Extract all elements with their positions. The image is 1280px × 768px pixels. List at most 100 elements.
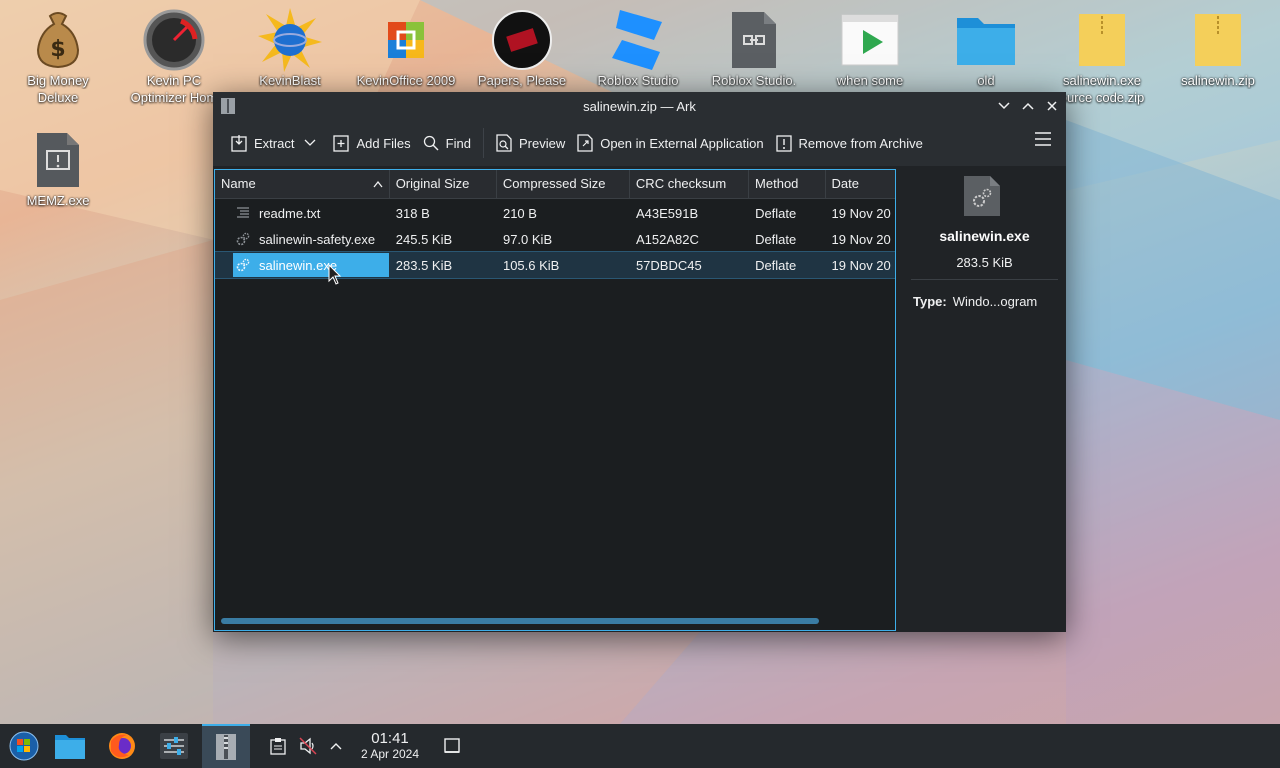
desktop-icon-salinewin-zip[interactable]: salinewin.zip: [1166, 8, 1270, 89]
open-external-label: Open in External Application: [600, 135, 764, 151]
sort-ascending-icon: [373, 181, 383, 188]
desktop-icon-kevinblast[interactable]: KevinBlast: [238, 8, 342, 89]
desktop-icon-roblox-studio-link[interactable]: Roblox Studio.: [702, 8, 806, 89]
maximize-button[interactable]: [1018, 96, 1038, 116]
cell-crc: 57DBDC45: [635, 257, 702, 273]
minimize-button[interactable]: [994, 96, 1014, 116]
details-divider: [911, 279, 1058, 280]
desktop-icon-label: MEMZ.exe: [26, 193, 90, 208]
search-icon: [423, 135, 439, 151]
open-external-button[interactable]: Open in External Application: [571, 128, 769, 158]
chevron-down-icon: [305, 139, 316, 146]
money-bag-icon: $: [26, 8, 90, 72]
cell-original-size: 318 B: [395, 205, 430, 221]
horizontal-scrollbar[interactable]: [221, 618, 819, 624]
add-file-icon: [333, 135, 350, 152]
desktop-icon-label: Roblox Studio: [597, 73, 679, 88]
column-header-compressed-size[interactable]: Compressed Size: [497, 170, 630, 198]
column-header-name[interactable]: Name: [215, 170, 390, 198]
preview-button[interactable]: Preview: [490, 128, 571, 158]
cell-compressed-size: 210 B: [502, 205, 537, 221]
details-type: Type: Windo...ogram: [913, 294, 1037, 309]
remove-label: Remove from Archive: [798, 135, 923, 151]
file-name: readme.txt: [259, 205, 321, 221]
desktop-icon-papers-please[interactable]: Papers, Please: [470, 8, 574, 89]
desktop-icon-kevin-pc-optimizer[interactable]: Kevin PC Optimizer Hom: [122, 8, 226, 106]
svg-text:$: $: [50, 37, 65, 62]
show-desktop-button[interactable]: [430, 724, 474, 768]
desktop-icon-memz[interactable]: MEMZ.exe: [6, 128, 110, 209]
ark-app-icon: [221, 98, 235, 114]
details-type-value: Windo...ogram: [952, 294, 1038, 309]
chevron-up-icon: [330, 743, 342, 750]
close-button[interactable]: [1042, 96, 1062, 116]
column-header-crc[interactable]: CRC checksum: [630, 170, 750, 198]
cell-method: Deflate: [755, 205, 797, 221]
cell-crc: A152A82C: [635, 231, 699, 247]
cell-method: Deflate: [755, 231, 797, 247]
cell-date: 19 Nov 20: [831, 205, 891, 221]
remove-icon: [775, 135, 792, 152]
find-label: Find: [445, 135, 471, 151]
window-title: salinewin.zip — Ark: [583, 98, 696, 114]
mouse-cursor-icon: [328, 264, 342, 285]
taskbar-firefox[interactable]: [98, 724, 146, 768]
column-header-method[interactable]: Method: [749, 170, 826, 198]
table-row-selected[interactable]: salinewin.exe 283.5 KiB 105.6 KiB 57DBDC…: [215, 251, 895, 279]
extract-menu-button[interactable]: [300, 128, 327, 158]
desktop-icon-old-folder[interactable]: old: [934, 8, 1038, 89]
start-menu-button[interactable]: [0, 724, 48, 768]
desktop-icon-label: Optimizer Hom: [130, 90, 218, 105]
digital-clock[interactable]: 01:41 2 Apr 2024: [352, 730, 428, 762]
selection-highlight: salinewin.exe: [233, 253, 390, 277]
cell-date: 19 Nov 20: [831, 231, 891, 247]
desktop-icon-roblox-studio[interactable]: Roblox Studio: [586, 8, 690, 89]
desktop-icon-label: KevinBlast: [259, 73, 321, 88]
folder-icon: [954, 8, 1018, 72]
archive-file-table[interactable]: Name Original Size Compressed Size CRC c…: [214, 169, 896, 631]
table-row[interactable]: salinewin-safety.exe 245.5 KiB 97.0 KiB …: [215, 226, 895, 252]
close-icon: [1047, 101, 1057, 111]
column-header-label: Original Size: [395, 176, 470, 191]
desktop-icon-kevinoffice[interactable]: KevinOffice 2009: [354, 8, 458, 89]
folder-icon: [55, 735, 85, 759]
table-row[interactable]: readme.txt 318 B 210 B A43E591B Deflate …: [215, 200, 895, 226]
window-titlebar[interactable]: salinewin.zip — Ark: [213, 92, 1066, 120]
desktop-icon-when-some[interactable]: when some: [818, 8, 922, 89]
chevron-down-icon: [998, 102, 1010, 110]
column-header-original-size[interactable]: Original Size: [390, 170, 497, 198]
executable-icon: [235, 231, 251, 247]
show-desktop-icon: [444, 738, 460, 753]
cell-original-size: 245.5 KiB: [395, 231, 453, 247]
details-type-label: Type:: [913, 294, 947, 309]
desktop-icon-label: Big Money: [27, 73, 89, 88]
text-file-icon: [235, 205, 251, 221]
roblox-studio-icon: [606, 8, 670, 72]
details-filename: salinewin.exe: [939, 228, 1030, 244]
file-name: salinewin.exe: [259, 257, 338, 273]
settings-sliders-icon: [160, 733, 188, 759]
papers-please-icon: [490, 8, 554, 72]
column-header-date[interactable]: Date: [826, 170, 896, 198]
column-header-label: Compressed Size: [502, 176, 606, 191]
cell-name: salinewin.exe: [215, 253, 390, 277]
find-button[interactable]: Find: [417, 128, 477, 158]
hamburger-menu-button[interactable]: [1034, 132, 1052, 149]
globe-burst-icon: [258, 8, 322, 72]
clipboard-icon: [270, 738, 286, 755]
add-files-button[interactable]: Add Files: [327, 128, 416, 158]
firefox-icon: [109, 733, 135, 759]
column-header-label: CRC checksum: [635, 176, 727, 191]
taskbar-ark-active[interactable]: [202, 724, 250, 768]
cell-method: Deflate: [755, 257, 797, 273]
desktop-icon-label: Papers, Please: [477, 73, 567, 88]
extract-button[interactable]: Extract: [225, 128, 300, 158]
desktop-icon-label: salinewin.zip: [1181, 73, 1255, 88]
cell-name: salinewin-safety.exe: [215, 231, 390, 247]
desktop-icon-big-money-deluxe[interactable]: $ Big Money Deluxe: [6, 8, 110, 106]
remove-from-archive-button[interactable]: Remove from Archive: [770, 128, 929, 158]
desktop-icon-label: KevinOffice 2009: [356, 73, 456, 88]
add-files-label: Add Files: [356, 135, 411, 151]
taskbar-file-manager[interactable]: [46, 724, 94, 768]
taskbar-system-settings[interactable]: [150, 724, 198, 768]
